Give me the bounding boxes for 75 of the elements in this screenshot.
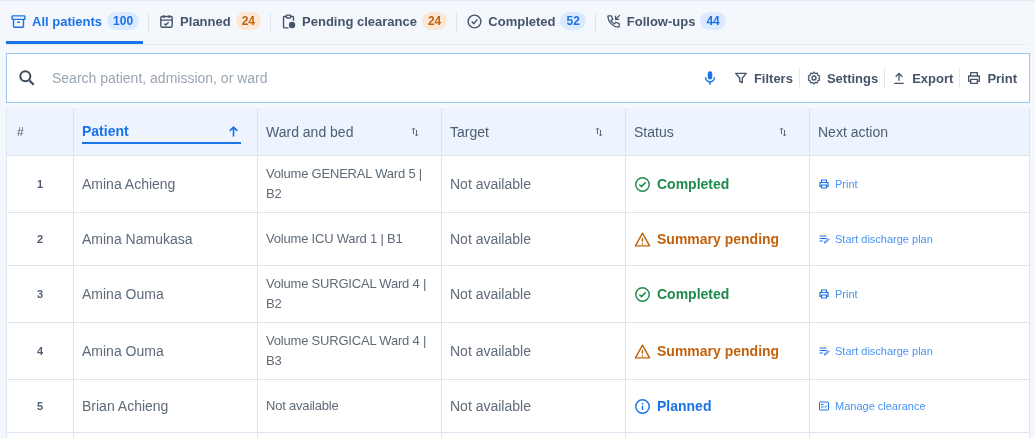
column-header[interactable]: Next action [810, 108, 1030, 155]
column-header[interactable]: Ward and bed [258, 108, 442, 155]
target-text: Not available [442, 380, 626, 432]
phone-icon [604, 12, 622, 30]
column-header[interactable]: # [7, 108, 74, 155]
patient-name: Brian Achieng [74, 380, 258, 432]
tab[interactable]: Pending clearance 24 [276, 1, 452, 44]
row-number: 5 [7, 380, 74, 432]
sort-icon[interactable] [593, 125, 605, 138]
status-label: Completed [634, 284, 730, 304]
column-label: Ward and bed [266, 123, 354, 140]
status-label: Planned [634, 396, 712, 416]
column-label: Target [450, 123, 489, 140]
filters-button[interactable]: Filters [728, 66, 797, 90]
settings-icon [805, 70, 822, 86]
target-text: Not available [442, 156, 626, 212]
row-number: 2 [7, 213, 74, 265]
patient-name: Amina Ouma [74, 323, 258, 379]
row-number: 1 [7, 156, 74, 212]
check-circle-icon [466, 12, 484, 30]
printer-icon [966, 70, 983, 86]
printer-icon [818, 178, 830, 190]
search-field[interactable]: Search patient, admission, or ward [50, 69, 697, 87]
sort-icon[interactable] [777, 125, 789, 138]
calendar-check-icon [158, 12, 176, 30]
info-icon [634, 397, 651, 415]
target-text: Not available [442, 323, 626, 379]
next-action-link[interactable]: Start discharge plan [818, 345, 933, 357]
sort-icon[interactable] [409, 125, 421, 138]
warning-icon [634, 342, 651, 360]
sort-ascending-icon[interactable] [226, 124, 241, 139]
ward-bed-text: Not available [258, 380, 442, 432]
tab[interactable]: Completed 52 [462, 1, 590, 44]
patient-name: Amina Namukasa [74, 213, 258, 265]
column-header[interactable]: Target [442, 108, 626, 155]
settings-button[interactable]: Settings [801, 66, 883, 90]
warning-icon [634, 230, 651, 248]
ward-bed-text: Volume GENERAL Ward 5 | B2 [258, 156, 442, 212]
edit-list-icon [818, 345, 830, 357]
status-label: Summary pending [634, 229, 780, 249]
status-label: Completed [634, 174, 730, 194]
ward-bed-text: Volume SURGICAL Ward 4 | B2 [258, 266, 442, 322]
next-action-link[interactable]: Print [818, 288, 858, 300]
column-label: # [17, 124, 24, 139]
print-button[interactable]: Print [962, 66, 1021, 90]
row-number: 3 [7, 266, 74, 322]
filter-icon [732, 70, 749, 86]
tab[interactable]: All patients 100 [6, 1, 144, 44]
check-circle-icon [634, 285, 651, 303]
search-icon [17, 68, 37, 88]
tab[interactable]: Planned 24 [154, 1, 266, 44]
ward-bed-text: Volume ICU Ward 1 | B1 [258, 213, 442, 265]
column-label: Status [634, 123, 674, 140]
checklist-icon [818, 400, 830, 412]
row-number: 4 [7, 323, 74, 379]
column-header[interactable]: Status [626, 108, 810, 155]
patient-name: Amina Achieng [74, 156, 258, 212]
column-label: Patient [82, 119, 241, 144]
column-header[interactable]: Patient [74, 108, 258, 155]
column-label: Next action [818, 123, 889, 140]
check-circle-icon [634, 175, 651, 193]
status-label: Summary pending [634, 341, 780, 361]
export-button[interactable]: Export [887, 66, 958, 90]
patient-name: Amina Ouma [74, 266, 258, 322]
target-text: Not available [442, 213, 626, 265]
next-action-link[interactable]: Start discharge plan [818, 233, 933, 245]
tab[interactable]: Follow-ups 44 [600, 1, 730, 44]
next-action-link[interactable]: Print [818, 178, 858, 190]
printer-icon [818, 288, 830, 300]
next-action-link[interactable]: Manage clearance [818, 400, 926, 412]
clipboard-clock-icon [280, 12, 298, 30]
ward-bed-text: Volume SURGICAL Ward 4 | B3 [258, 323, 442, 379]
edit-list-icon [818, 233, 830, 245]
archive-box-icon [10, 12, 27, 30]
target-text: Not available [442, 266, 626, 322]
